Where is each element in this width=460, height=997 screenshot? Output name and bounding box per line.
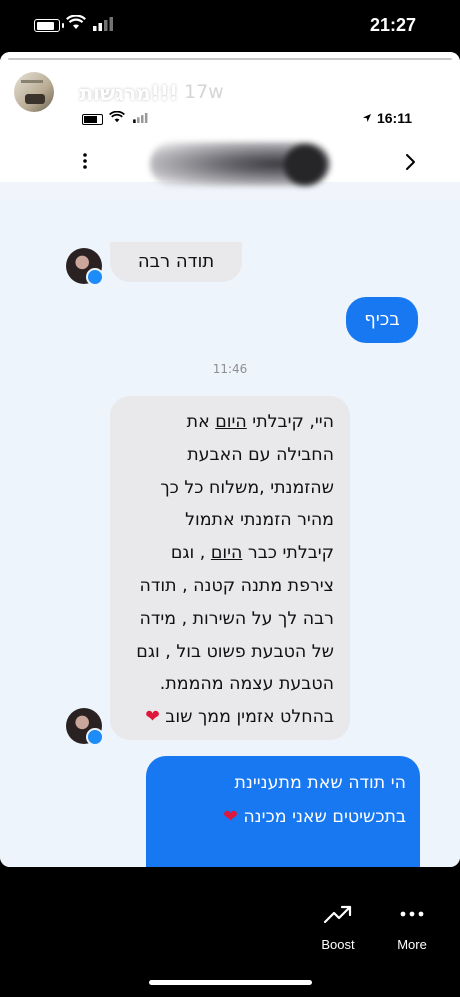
boost-button[interactable]: Boost	[316, 903, 360, 952]
story-username[interactable]: !!!מרגשות	[79, 81, 178, 105]
received-message[interactable]: היי, קיבלתי היום את החבילה עם האבעת שהזמנת…	[110, 396, 350, 740]
contact-avatar[interactable]	[66, 248, 104, 286]
location-arrow-icon	[363, 114, 371, 122]
more-label: More	[397, 937, 427, 952]
contact-avatar[interactable]	[66, 708, 104, 746]
message-line: מהיר הזמנתי אתמול	[185, 510, 334, 531]
inner-wifi-icon	[109, 111, 125, 123]
story-viewer[interactable]: 17w !!!מרגשות 16:11 תודה רבה בכיף 11:46 …	[0, 52, 460, 867]
inner-battery-icon	[82, 114, 103, 125]
boost-label: Boost	[321, 937, 355, 952]
story-age: 17w	[184, 81, 224, 103]
message-line: הי תודה שאת מתעניינת	[234, 773, 407, 793]
inner-status-bar: 16:11	[0, 110, 460, 138]
message-line: רבה לך על השירות , מידה	[139, 608, 334, 629]
status-time: 21:27	[369, 15, 416, 35]
chat-thread: תודה רבה בכיף 11:46 היי, קיבלתי היום את ה…	[0, 200, 460, 867]
heart-icon: ❤	[223, 807, 238, 827]
battery-icon	[34, 19, 64, 32]
heart-icon: ❤	[145, 707, 160, 728]
message-line: של הטבעת פשוט בול , וגם	[136, 641, 334, 662]
message-line: היי, קיבלתי היום את	[186, 412, 334, 432]
sent-message[interactable]: הי תודה שאת מתעניינת בתכשיטים שאני מכינה …	[146, 756, 420, 867]
received-message[interactable]: תודה רבה	[110, 242, 242, 282]
messenger-badge-icon	[86, 268, 104, 286]
story-progress-bar	[8, 58, 452, 60]
blurred-contact-name	[150, 142, 330, 186]
message-timestamp: 11:46	[212, 362, 248, 376]
message-line: בהחלט אזמין ממך שוב ❤	[145, 707, 334, 728]
signal-icon	[93, 17, 113, 31]
messenger-badge-icon	[86, 728, 104, 746]
wifi-icon	[66, 15, 86, 29]
message-line: החבילה עם האבעת	[187, 444, 334, 465]
chevron-right-icon[interactable]	[404, 153, 416, 171]
inner-status-time: 16:11	[376, 110, 412, 126]
message-line: בתכשיטים שאני מכינה ❤	[223, 807, 406, 827]
trending-up-icon	[323, 905, 352, 924]
story-avatar[interactable]	[14, 72, 54, 112]
story-actions-bar: Boost More	[0, 867, 460, 997]
more-button[interactable]: More	[390, 903, 434, 952]
more-vertical-icon[interactable]	[82, 152, 88, 170]
message-line: קיבלתי כבר היום , וגם	[170, 543, 334, 564]
message-line: שהזמנתי ,משלוח כל כך	[160, 477, 334, 498]
message-line: הטבעת עצמה מהממת.	[159, 674, 334, 695]
more-horizontal-icon	[400, 911, 424, 917]
chat-header	[0, 138, 460, 188]
home-indicator	[149, 980, 312, 985]
sent-message[interactable]: בכיף	[346, 297, 418, 343]
message-line: צירפת מתנה קטנה , תודה	[139, 575, 334, 596]
inner-signal-icon	[133, 113, 148, 123]
device-status-bar: 21:27	[0, 0, 460, 52]
